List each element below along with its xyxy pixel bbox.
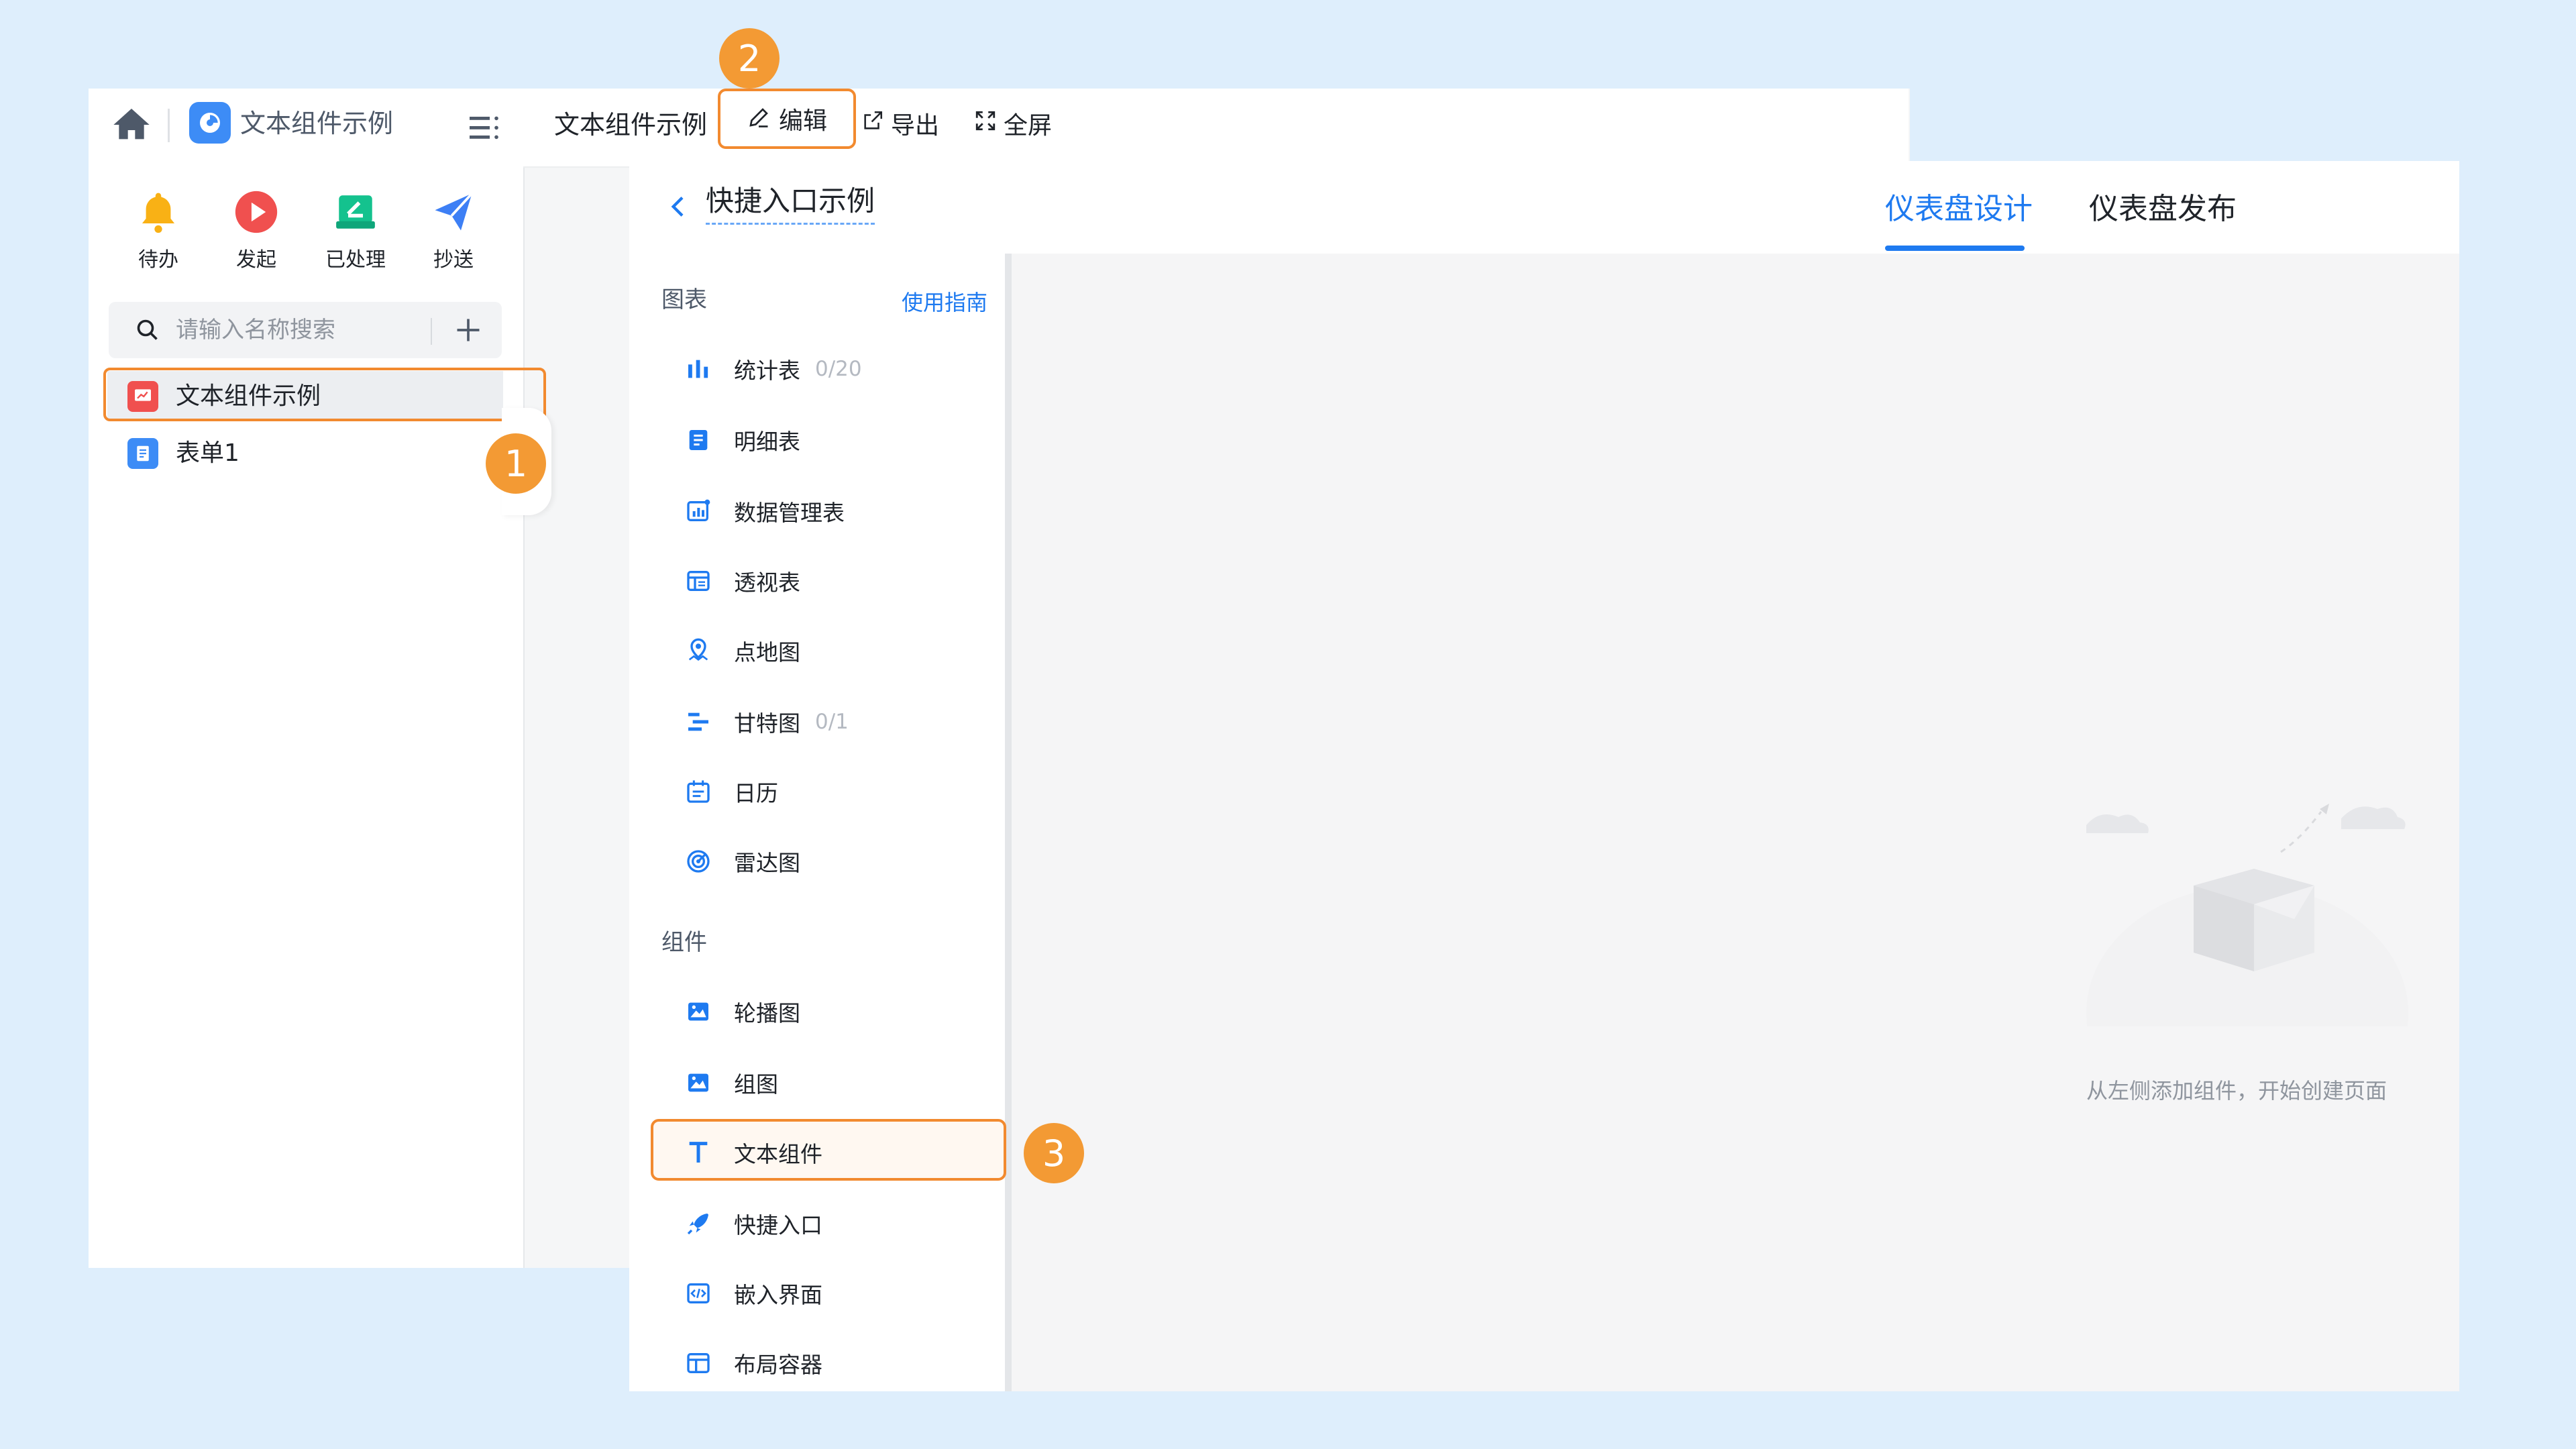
component-item-pivot-table[interactable]: 透视表: [683, 561, 800, 601]
fullscreen-button[interactable]: 全屏: [974, 106, 1052, 141]
component-item-text[interactable]: 文本组件: [683, 1132, 822, 1173]
component-item-statistics-table[interactable]: 统计表 0/20: [683, 349, 862, 389]
panel-scrollbar[interactable]: [1005, 254, 1012, 1391]
app-badge-icon: [189, 102, 231, 144]
empty-box-illustration: [2073, 785, 2422, 1140]
play-icon: [232, 188, 280, 236]
component-count: 0/20: [815, 357, 862, 381]
component-label: 明细表: [734, 429, 800, 455]
component-item-data-management[interactable]: 数据管理表: [683, 491, 845, 531]
home-icon[interactable]: [110, 103, 153, 146]
quick-action-cc[interactable]: 抄送: [407, 188, 500, 272]
page-title: 文本组件示例: [554, 110, 708, 140]
usage-guide-link[interactable]: 使用指南: [902, 287, 987, 318]
component-label: 文本组件: [734, 1141, 822, 1167]
export-icon: [861, 109, 884, 138]
component-label: 点地图: [734, 639, 800, 665]
component-label: 嵌入界面: [734, 1282, 822, 1308]
component-label: 组图: [734, 1071, 778, 1097]
bar-chart-icon: [683, 354, 714, 384]
component-item-layout-container[interactable]: 布局容器: [683, 1343, 822, 1383]
quick-action-label: 已处理: [325, 248, 386, 272]
section-title-widgets: 组件: [661, 929, 707, 956]
component-item-embed[interactable]: 嵌入界面: [683, 1273, 822, 1313]
pencil-icon: [747, 105, 771, 132]
quick-action-label: 发起: [236, 248, 276, 272]
empty-canvas-hint: 从左侧添加组件，开始创建页面: [2086, 1078, 2387, 1104]
component-label: 数据管理表: [734, 500, 845, 526]
dashboard-icon: [127, 381, 158, 412]
add-plus-icon[interactable]: [453, 315, 483, 345]
divider: [168, 109, 170, 142]
embed-code-icon: [683, 1278, 714, 1309]
component-item-carousel[interactable]: 轮播图: [683, 991, 800, 1032]
tree-item-form[interactable]: 表单1: [176, 437, 239, 470]
component-item-image-group[interactable]: 组图: [683, 1063, 778, 1103]
component-label: 透视表: [734, 570, 800, 596]
annotation-badge-3: 3: [1024, 1123, 1084, 1183]
quick-action-todo[interactable]: 待办: [111, 188, 205, 272]
menu-list-icon[interactable]: [470, 114, 502, 141]
tab-dashboard-publish[interactable]: 仪表盘发布: [2089, 189, 2237, 229]
component-item-quick-entry[interactable]: 快捷入口: [683, 1203, 822, 1244]
quick-action-label: 抄送: [433, 248, 474, 272]
quick-action-label: 待办: [138, 248, 178, 272]
fullscreen-icon: [974, 109, 997, 138]
active-tab-indicator: [1885, 246, 2025, 251]
quick-action-start[interactable]: 发起: [209, 188, 303, 272]
divider: [431, 318, 432, 345]
send-plane-icon: [429, 188, 478, 236]
section-title-charts: 图表: [661, 286, 707, 313]
detail-table-icon: [683, 425, 714, 455]
layout-container-icon: [683, 1348, 714, 1379]
pivot-table-icon: [683, 566, 714, 596]
component-label: 布局容器: [734, 1352, 822, 1378]
edit-button-label: 编辑: [778, 107, 827, 135]
tree-item-dashboard[interactable]: 文本组件示例: [176, 380, 321, 413]
component-item-calendar[interactable]: 日历: [683, 771, 778, 812]
app-title: 文本组件示例: [240, 109, 394, 138]
search-placeholder: 请输入名称搜索: [176, 317, 335, 343]
component-label: 快捷入口: [734, 1212, 822, 1238]
component-label: 统计表: [734, 358, 800, 384]
component-label: 轮播图: [734, 1000, 800, 1026]
calendar-icon: [683, 776, 714, 807]
component-item-detail-table[interactable]: 明细表: [683, 420, 800, 460]
text-t-icon: [683, 1137, 714, 1168]
bell-icon: [134, 188, 182, 236]
component-label: 雷达图: [734, 850, 800, 876]
image-group-icon: [683, 1067, 714, 1098]
export-button[interactable]: 导出: [861, 106, 939, 141]
component-label: 日历: [734, 780, 778, 806]
annotation-badge-1: 1: [486, 433, 546, 494]
data-manage-icon: [683, 496, 714, 527]
component-item-point-map[interactable]: 点地图: [683, 631, 800, 671]
export-label: 导出: [891, 112, 940, 140]
annotation-badge-2: 2: [719, 28, 780, 89]
component-item-radar[interactable]: 雷达图: [683, 841, 800, 881]
form-icon: [127, 438, 158, 469]
highlight-box-1: [103, 368, 546, 421]
component-item-gantt[interactable]: 甘特图 0/1: [683, 702, 849, 742]
search-icon: [136, 318, 160, 342]
chevron-left-icon[interactable]: [665, 193, 692, 220]
radar-icon: [683, 846, 714, 877]
component-label: 甘特图: [734, 710, 800, 737]
tab-dashboard-design[interactable]: 仪表盘设计: [1885, 189, 2033, 229]
carousel-image-icon: [683, 996, 714, 1027]
rocket-icon: [683, 1208, 714, 1239]
gantt-icon: [683, 706, 714, 737]
map-pin-icon: [683, 635, 714, 666]
edit-button[interactable]: 编辑: [718, 89, 856, 149]
quick-action-done[interactable]: 已处理: [309, 188, 402, 272]
fullscreen-label: 全屏: [1004, 112, 1053, 140]
done-box-icon: [331, 188, 380, 236]
editor-title[interactable]: 快捷入口示例: [706, 182, 875, 225]
component-count: 0/1: [815, 710, 849, 734]
